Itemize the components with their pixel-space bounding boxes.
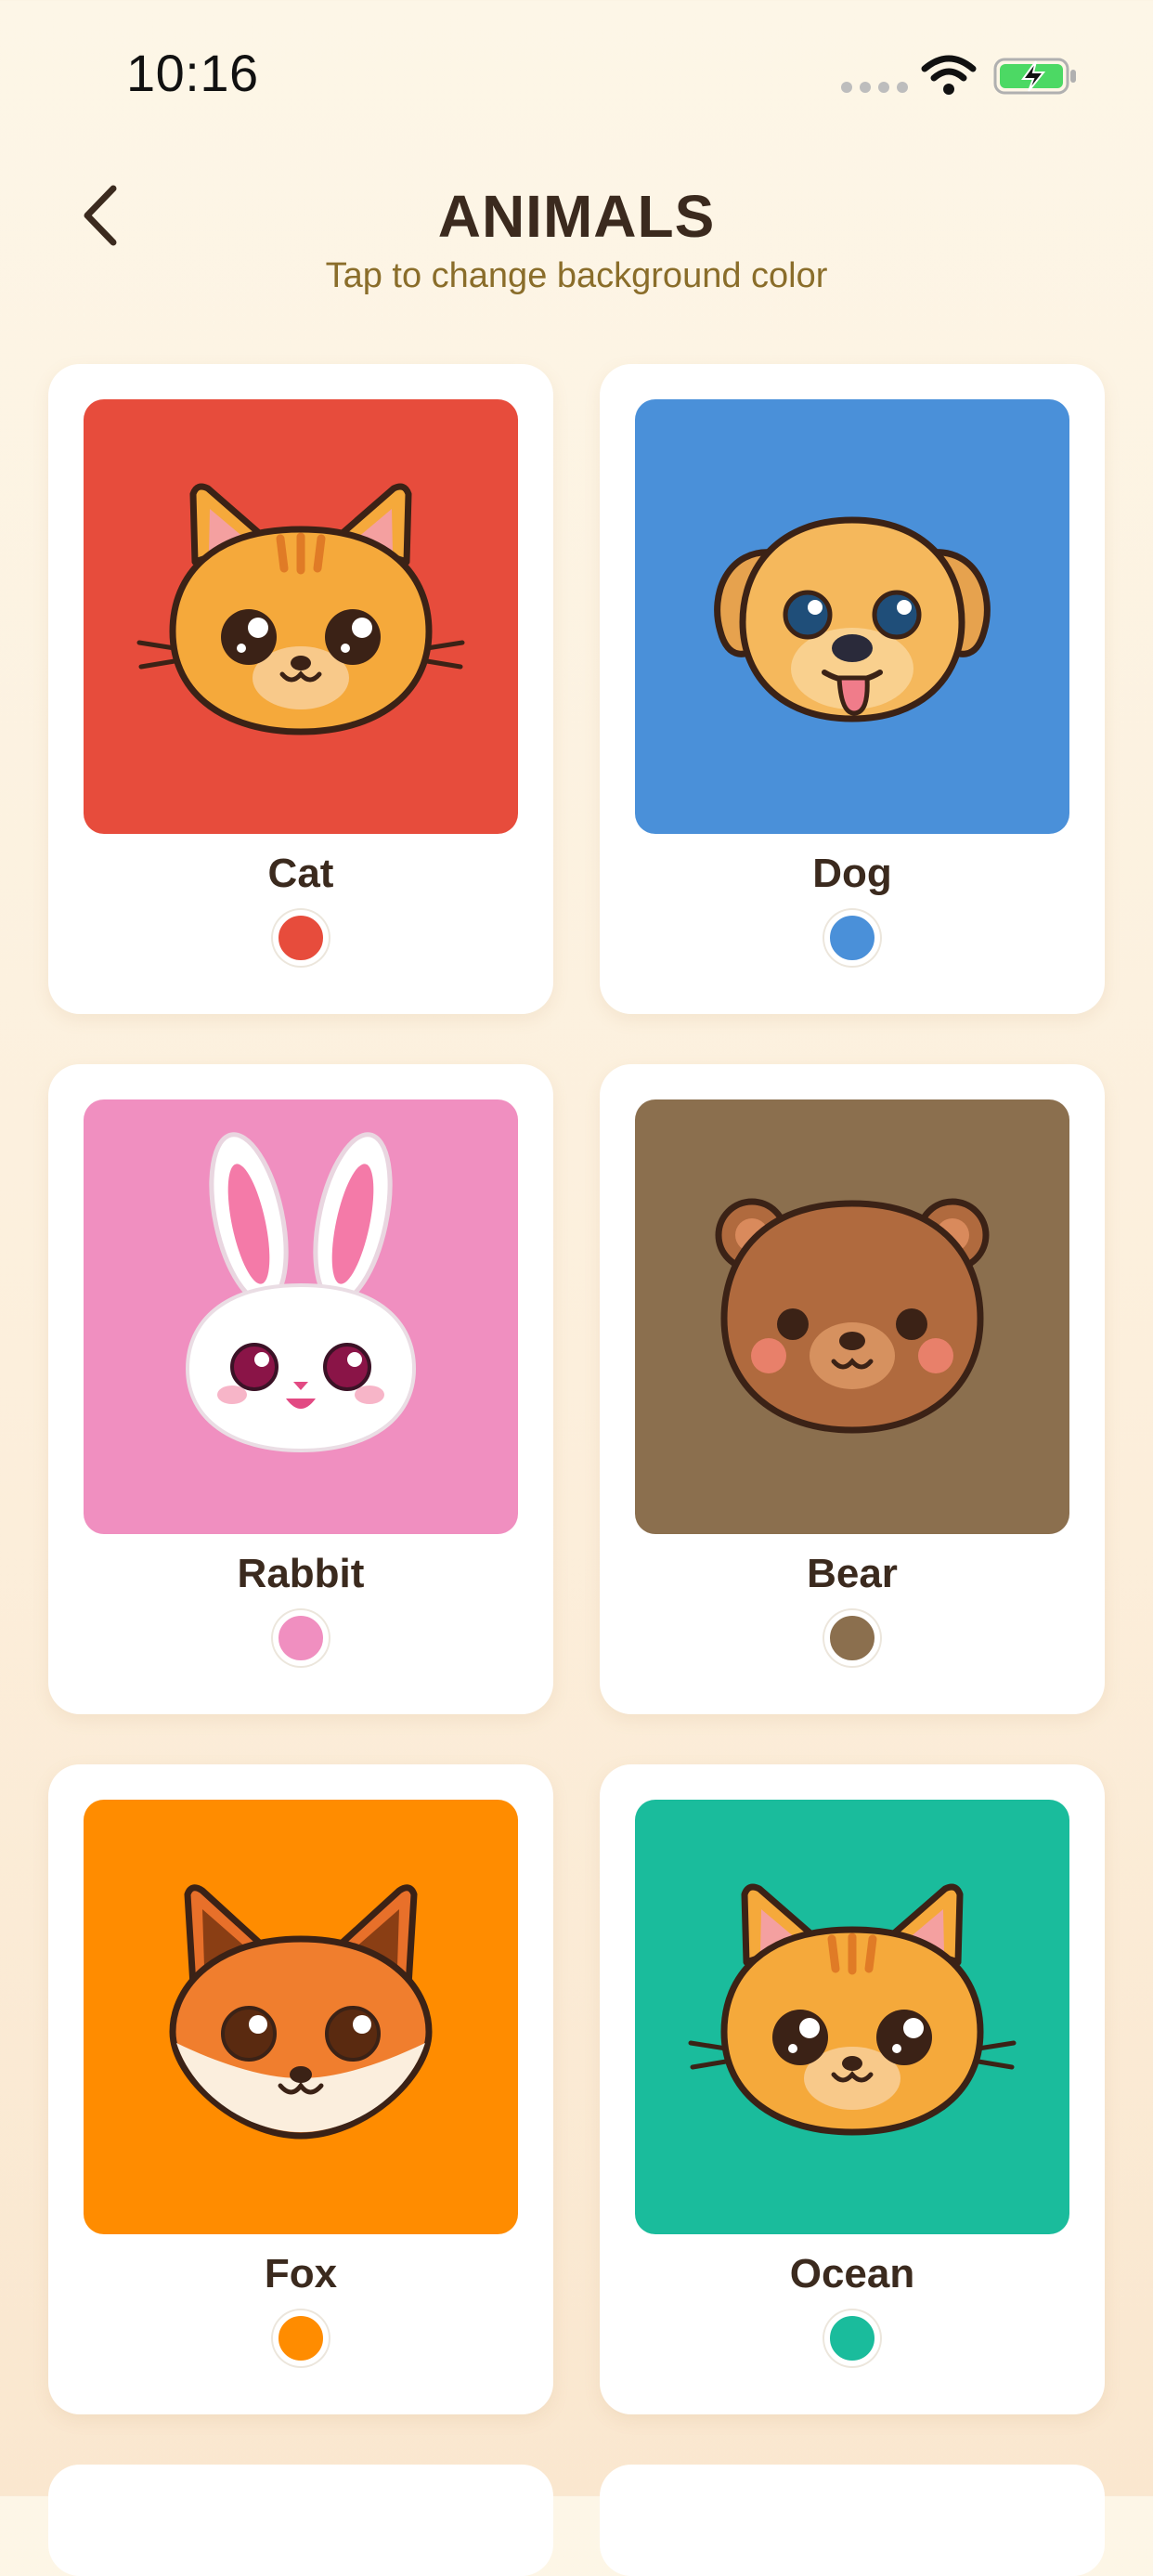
cellular-signal-icon <box>841 82 908 93</box>
status-time: 10:16 <box>126 44 259 102</box>
bear-face-icon <box>715 1198 990 1434</box>
animal-name: Bear <box>807 1551 898 1596</box>
animal-name: Cat <box>267 851 334 896</box>
cat-face-icon <box>688 1883 1017 2136</box>
color-swatch-button[interactable] <box>273 2310 329 2366</box>
animal-name: Dog <box>812 851 892 896</box>
animal-card-next-left[interactable] <box>48 2465 553 2576</box>
animal-card-rabbit[interactable]: Rabbit <box>48 1064 553 1714</box>
animal-tile[interactable] <box>635 399 1069 834</box>
animal-card-ocean[interactable]: Ocean <box>600 1764 1105 2414</box>
fox-face-icon <box>169 1884 433 2140</box>
color-swatch-button[interactable] <box>273 1610 329 1666</box>
color-swatch-button[interactable] <box>273 910 329 966</box>
animal-tile[interactable] <box>84 1800 518 2234</box>
animal-tile[interactable] <box>635 1800 1069 2234</box>
animal-card-cat[interactable]: Cat <box>48 364 553 1014</box>
animal-name: Fox <box>264 2251 338 2296</box>
color-swatch-button[interactable] <box>824 910 880 966</box>
animal-card-next-right[interactable] <box>600 2465 1105 2576</box>
dog-face-icon <box>714 516 991 722</box>
status-bar: 10:16 <box>0 0 1153 149</box>
wifi-icon <box>921 55 977 95</box>
animal-name: Rabbit <box>237 1551 365 1596</box>
page-subtitle: Tap to change background color <box>325 256 828 295</box>
animal-tile[interactable] <box>635 1099 1069 1534</box>
page-title: ANIMALS <box>437 183 716 250</box>
color-swatch-button[interactable] <box>824 1610 880 1666</box>
battery-charging-icon <box>993 58 1076 95</box>
rabbit-face-icon <box>185 1132 417 1453</box>
animal-card-bear[interactable]: Bear <box>600 1064 1105 1714</box>
animal-name: Ocean <box>789 2251 915 2296</box>
animal-tile[interactable] <box>84 1099 518 1534</box>
color-swatch-button[interactable] <box>824 2310 880 2366</box>
animal-card-fox[interactable]: Fox <box>48 1764 553 2414</box>
animal-card-dog[interactable]: Dog <box>600 364 1105 1014</box>
cat-face-icon <box>136 483 465 735</box>
animal-tile[interactable] <box>84 399 518 834</box>
